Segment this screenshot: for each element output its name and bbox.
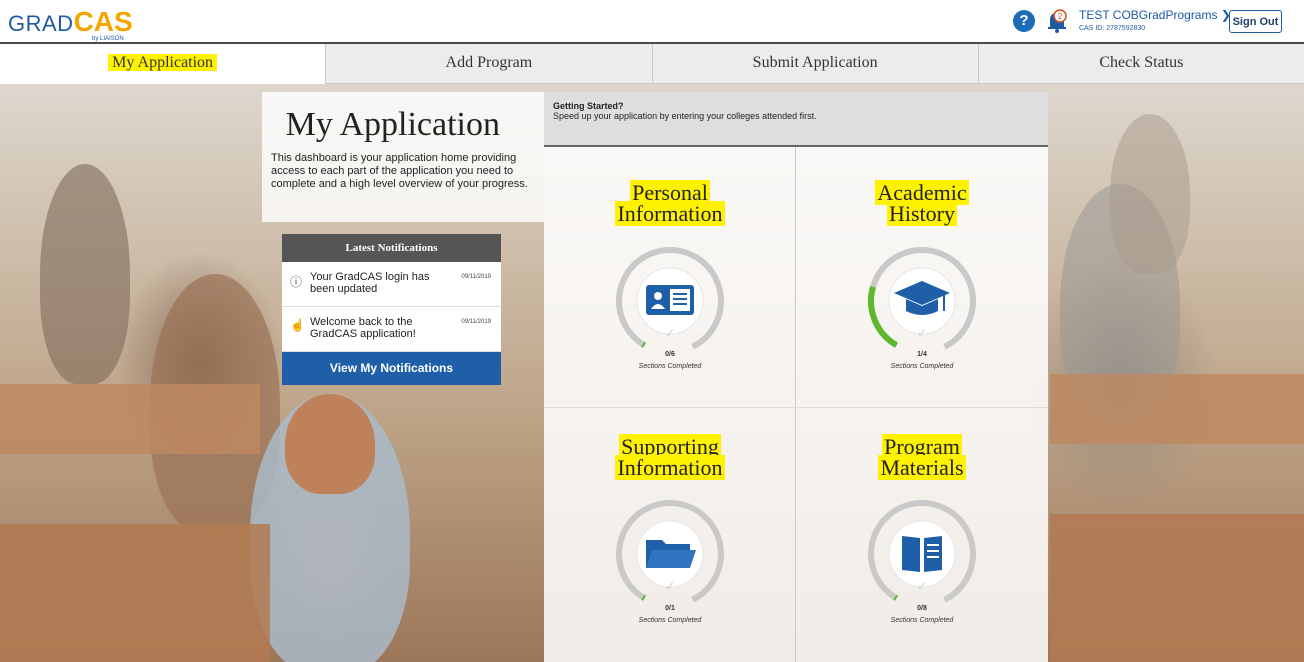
progress-ring: ✓ (616, 500, 725, 608)
tab-my-application[interactable]: My Application (0, 44, 326, 84)
tab-add-program[interactable]: Add Program (325, 44, 652, 84)
sections-completed-label: Sections Completed (890, 617, 954, 624)
quadrant-title: Academic History (875, 180, 969, 226)
notification-date: 09/11/2019 (461, 319, 491, 325)
quadrant-title: Supporting Information (615, 434, 725, 480)
quadrant-academic-history[interactable]: Academic History ✓ 1/4 Sections Completed (796, 147, 1048, 407)
progress-ring: ✓ (616, 247, 725, 355)
page-title: My Application (285, 106, 500, 143)
notifications-heading: Latest Notifications (282, 234, 501, 262)
notification-bell-icon[interactable]: 2 (1046, 9, 1068, 33)
tab-submit-application[interactable]: Submit Application (651, 44, 978, 84)
notification-text: Welcome back to the GradCAS application! (310, 316, 416, 340)
svg-text:✓: ✓ (665, 326, 675, 340)
sections-count: 0/1 (665, 605, 675, 612)
quadrant-title: Personal Information (615, 180, 725, 226)
sections-count: 0/8 (917, 605, 927, 612)
top-header: GRADCAS by LIAISON ? 2 TEST COBGradProgr… (0, 0, 1304, 44)
quadrant-divider (544, 407, 1048, 408)
svg-text:✓: ✓ (665, 579, 675, 593)
logo-byline: by LIAISON (92, 36, 124, 42)
quadrant-supporting-information[interactable]: Supporting Information ✓ 0/1 Sections Com… (544, 408, 796, 662)
svg-text:✓: ✓ (917, 326, 927, 340)
info-icon: ⓘ (290, 275, 303, 289)
user-menu[interactable]: TEST COBGradPrograms ❯ (1079, 8, 1231, 22)
notification-count: 2 (1058, 12, 1063, 21)
quadrant-divider (795, 147, 796, 662)
notification-date: 09/11/2019 (461, 274, 491, 280)
quadrant-program-materials[interactable]: Program Materials ✓ 0/8 Sections Complete… (796, 408, 1048, 662)
getting-started-text: Speed up your application by entering yo… (553, 111, 817, 121)
sections-completed-label: Sections Completed (890, 363, 954, 370)
sign-out-button[interactable]: Sign Out (1229, 10, 1282, 33)
sections-count: 1/4 (917, 351, 927, 358)
cas-id: CAS ID: 2787592830 (1079, 25, 1146, 32)
intro-panel: My Application This dashboard is your ap… (262, 92, 544, 222)
view-notifications-button[interactable]: View My Notifications (282, 352, 501, 385)
wave-icon: ☝ (290, 318, 305, 332)
quadrant-title: Program Materials (878, 434, 966, 480)
folder-icon (646, 540, 696, 568)
main-nav: My Application Add Program Submit Applic… (0, 44, 1304, 84)
list-item[interactable]: ⓘ Your GradCAS login has been updated 09… (282, 262, 501, 307)
sections-completed-label: Sections Completed (638, 363, 702, 370)
notification-text: Your GradCAS login has been updated (310, 271, 430, 295)
quadrant-personal-information[interactable]: Personal Information ✓ 0/6 Sections Compl… (544, 147, 796, 407)
sections-count: 0/6 (665, 351, 675, 358)
gradcas-logo[interactable]: GRADCAS by LIAISON (8, 6, 133, 42)
tab-check-status[interactable]: Check Status (977, 44, 1304, 84)
svg-text:✓: ✓ (917, 579, 927, 593)
list-item[interactable]: ☝ Welcome back to the GradCAS applicatio… (282, 307, 501, 352)
notifications-panel: Latest Notifications ⓘ Your GradCAS logi… (282, 234, 501, 385)
getting-started-title: Getting Started? (553, 101, 624, 111)
sections-completed-label: Sections Completed (638, 617, 702, 624)
intro-description: This dashboard is your application home … (271, 152, 528, 190)
progress-ring: ✓ (868, 500, 977, 608)
getting-started-banner[interactable]: Getting Started? Speed up your applicati… (544, 92, 1048, 147)
help-icon[interactable]: ? (1013, 10, 1035, 32)
id-card-icon (646, 285, 694, 315)
progress-ring: ✓ (868, 247, 977, 355)
